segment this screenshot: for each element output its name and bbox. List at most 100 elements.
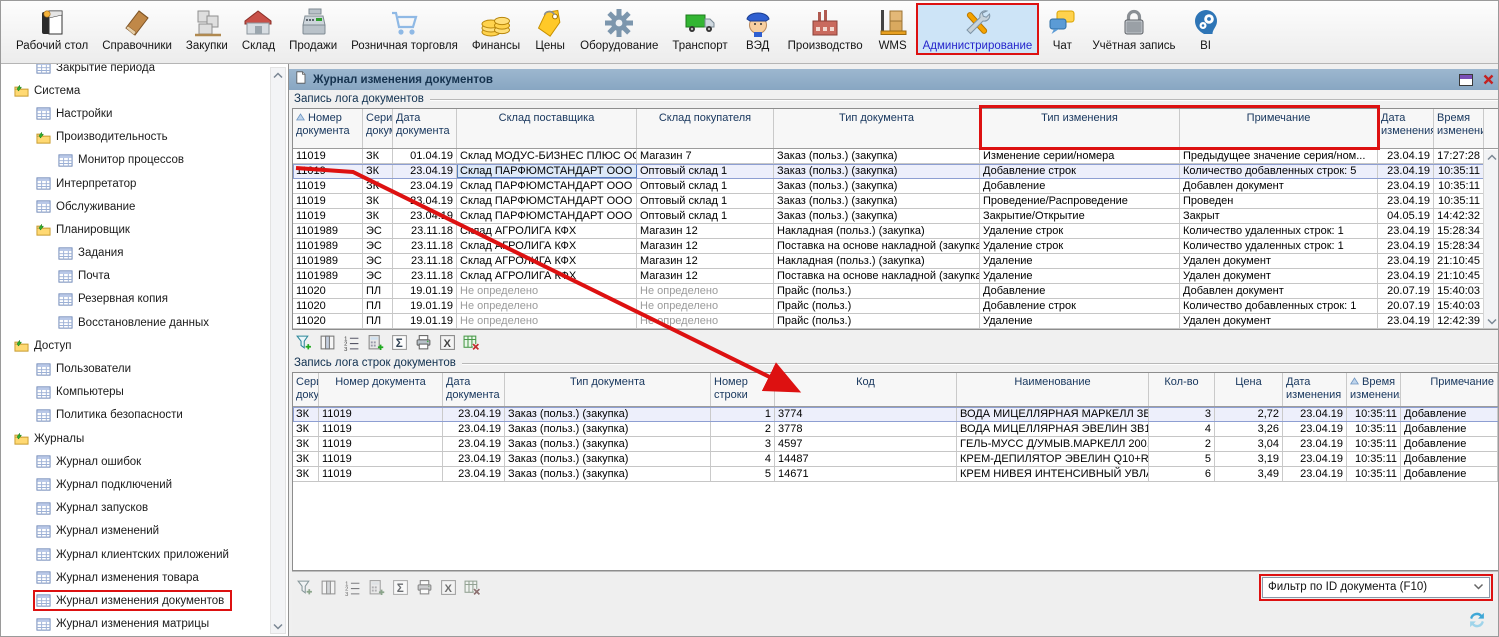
table-cell[interactable]: 10:35:11 <box>1347 452 1401 466</box>
toolbar-item-production[interactable]: Производство <box>781 3 870 55</box>
table-cell[interactable]: Поставка на основе накладной (закупка) <box>774 239 980 253</box>
column-header[interactable]: Тип изменения <box>980 109 1180 148</box>
table-cell[interactable]: 2 <box>711 422 775 436</box>
table-cell[interactable]: Оптовый склад 1 <box>637 164 774 178</box>
table-cell[interactable]: 20.07.19 <box>1378 299 1434 313</box>
table-cell[interactable]: Склад АГРОЛИГА КФХ <box>457 254 637 268</box>
table-cell[interactable]: ЭС <box>363 269 393 283</box>
table-cell[interactable]: Склад ПАРФЮМСТАНДАРТ ООО <box>457 209 637 223</box>
column-header[interactable]: Дата документа <box>393 109 457 148</box>
calculator-add-button[interactable] <box>367 334 384 351</box>
table-row[interactable]: 11019ЗК23.04.19Склад ПАРФЮМСТАНДАРТ ОООО… <box>293 164 1499 179</box>
column-header[interactable]: Примечание <box>1180 109 1378 148</box>
table-cell[interactable]: 4 <box>1149 422 1215 436</box>
toolbar-item-purchases[interactable]: Закупки <box>179 3 235 55</box>
toolbar-item-directories[interactable]: Справочники <box>95 3 179 55</box>
table-cell[interactable]: 23.04.19 <box>393 164 457 178</box>
table-cell[interactable]: Магазин 12 <box>637 224 774 238</box>
table-cell[interactable]: Добавление строк <box>980 299 1180 313</box>
table-cell[interactable]: 10:35:11 <box>1434 179 1484 193</box>
close-window-button[interactable] <box>1480 73 1496 87</box>
table-cell[interactable]: ЭС <box>363 224 393 238</box>
row-numbering-button[interactable]: 123 <box>343 334 360 351</box>
table-cell[interactable]: Магазин 7 <box>637 149 774 163</box>
excel-export-button[interactable]: X <box>440 579 457 596</box>
column-header[interactable]: Время изменения <box>1347 373 1401 406</box>
table-cell[interactable]: 23.04.19 <box>1378 254 1434 268</box>
table-cell[interactable]: 10:35:11 <box>1434 194 1484 208</box>
table-cell[interactable]: 4597 <box>775 437 957 451</box>
table-cell[interactable]: 15:28:34 <box>1434 224 1484 238</box>
table-cell[interactable]: Склад МОДУС-БИЗНЕС ПЛЮС ООО <box>457 149 637 163</box>
table-cell[interactable]: Прайс (польз.) <box>774 314 980 328</box>
table-cell[interactable]: Магазин 12 <box>637 254 774 268</box>
tree-item[interactable]: Компьютеры <box>1 381 270 404</box>
table-cell[interactable]: ГЕЛЬ-МУСС Д/УМЫВ.МАРКЕЛЛ 200... <box>957 437 1149 451</box>
table-cell[interactable]: КРЕМ-ДЕПИЛЯТОР ЭВЕЛИН Q10+R ... <box>957 452 1149 466</box>
table-cell[interactable]: 1101989 <box>293 269 363 283</box>
refresh-button[interactable] <box>1464 607 1490 633</box>
toolbar-item-ved[interactable]: ВЭД <box>735 3 781 55</box>
print-button[interactable] <box>415 334 432 351</box>
table-cell[interactable]: Оптовый склад 1 <box>637 179 774 193</box>
table-row[interactable]: 11020ПЛ19.01.19Не определеноНе определен… <box>293 314 1499 329</box>
table-cell[interactable]: ВОДА МИЦЕЛЛЯРНАЯ ЭВЕЛИН ЗВ1 ... <box>957 422 1149 436</box>
column-header[interactable]: Номер документа <box>293 109 363 148</box>
toolbar-item-chat[interactable]: Чат <box>1039 3 1085 55</box>
table-cell[interactable]: Добавление строк <box>980 164 1180 178</box>
table-row[interactable]: ЗК1101923.04.19Заказ (польз.) (закупка)2… <box>293 422 1499 437</box>
table-cell[interactable]: Не определено <box>457 314 637 328</box>
filter-dropdown[interactable]: Фильтр по ID документа (F10) <box>1262 577 1490 598</box>
tree-item[interactable]: Резервная копия <box>1 288 270 311</box>
table-row[interactable]: 11020ПЛ19.01.19Не определеноНе определен… <box>293 284 1499 299</box>
toolbar-item-finance[interactable]: Финансы <box>465 3 527 55</box>
table-cell[interactable]: 11019 <box>293 209 363 223</box>
table-clear-button[interactable] <box>464 579 481 596</box>
table-cell[interactable]: Предыдущее значение серия/ном... <box>1180 149 1378 163</box>
tree-item[interactable]: Журнал изменения матрицы <box>1 613 270 636</box>
table-cell[interactable]: 23.04.19 <box>1378 164 1434 178</box>
table-row[interactable]: ЗК1101923.04.19Заказ (польз.) (закупка)4… <box>293 452 1499 467</box>
table-cell[interactable]: Количество добавленных строк: 1 <box>1180 299 1378 313</box>
restore-window-button[interactable] <box>1458 73 1474 87</box>
table-cell[interactable]: 3774 <box>775 407 957 421</box>
table-cell[interactable]: Заказ (польз.) (закупка) <box>774 149 980 163</box>
column-header[interactable]: Код <box>775 373 957 406</box>
tree-item[interactable]: Производительность <box>1 126 270 149</box>
table-cell[interactable]: 11019 <box>293 164 363 178</box>
table-cell[interactable]: Склад АГРОЛИГА КФХ <box>457 239 637 253</box>
sidebar-scrollbar[interactable] <box>270 67 286 634</box>
table-cell[interactable]: 3 <box>1149 407 1215 421</box>
table-cell[interactable]: КРЕМ НИВЕЯ ИНТЕНСИВНЫЙ УВЛА... <box>957 467 1149 481</box>
table-cell[interactable]: Закрытие/Открытие <box>980 209 1180 223</box>
table-cell[interactable]: 21:10:45 <box>1434 254 1484 268</box>
table-cell[interactable]: Не определено <box>637 299 774 313</box>
table-cell[interactable]: Поставка на основе накладной (закупка) <box>774 269 980 283</box>
table-cell[interactable]: Количество добавленных строк: 5 <box>1180 164 1378 178</box>
toolbar-item-prices[interactable]: Цены <box>527 3 573 55</box>
table-cell[interactable]: Оптовый склад 1 <box>637 194 774 208</box>
toolbar-item-wms[interactable]: WMS <box>870 3 916 55</box>
table-cell[interactable]: Добавлен документ <box>1180 179 1378 193</box>
table-cell[interactable]: 23.04.19 <box>443 467 505 481</box>
tree-item[interactable]: Настройки <box>1 102 270 125</box>
table-row[interactable]: 1101989ЭС23.11.18Склад АГРОЛИГА КФХМагаз… <box>293 239 1499 254</box>
table-cell[interactable]: 11019 <box>319 437 443 451</box>
sum-button[interactable]: Σ <box>391 334 408 351</box>
scroll-up-icon[interactable] <box>1486 152 1498 162</box>
table-cell[interactable]: 01.04.19 <box>393 149 457 163</box>
table-cell[interactable]: 11019 <box>293 149 363 163</box>
table-cell[interactable]: 23.04.19 <box>1378 179 1434 193</box>
table-cell[interactable]: 11019 <box>319 452 443 466</box>
table-cell[interactable]: Не определено <box>457 299 637 313</box>
table-cell[interactable]: Не определено <box>457 284 637 298</box>
table-cell[interactable]: Количество удаленных строк: 1 <box>1180 239 1378 253</box>
table-cell[interactable]: 3,49 <box>1215 467 1283 481</box>
table-cell[interactable]: 14671 <box>775 467 957 481</box>
table-cell[interactable]: 11019 <box>319 407 443 421</box>
table-cell[interactable]: 3,19 <box>1215 452 1283 466</box>
table-cell[interactable]: 10:35:11 <box>1434 164 1484 178</box>
tree-item[interactable]: Задания <box>1 242 270 265</box>
tree-item[interactable]: Восстановление данных <box>1 311 270 334</box>
tree-item[interactable]: Журнал клиентских приложений <box>1 543 270 566</box>
